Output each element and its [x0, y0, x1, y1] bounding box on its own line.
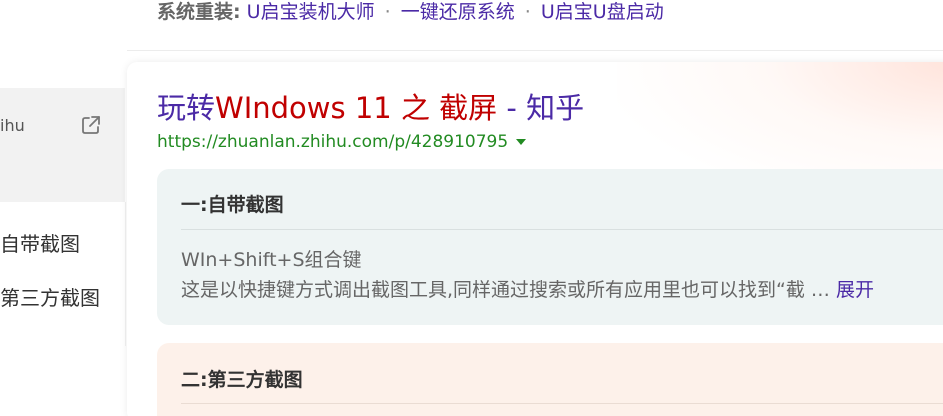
related-link-3[interactable]: U启宝U盘启动: [541, 1, 664, 23]
caret-down-icon[interactable]: [516, 139, 527, 145]
top-divider: [127, 50, 943, 51]
title-text-prefix: 玩转: [157, 91, 216, 125]
source-header[interactable]: ihu: [0, 88, 125, 202]
toc-item-third-party-screenshot[interactable]: 第三方截图: [0, 282, 100, 311]
title-text-highlight: WIndows 11 之 截屏: [215, 91, 498, 125]
title-text-suffix: - 知乎: [497, 91, 585, 125]
related-link-2[interactable]: 一键还原系统: [401, 1, 515, 23]
external-link-icon[interactable]: [80, 114, 102, 136]
toc-item-self-screenshot[interactable]: 自带截图: [0, 228, 80, 257]
related-links-row: 系统重装: U启宝装机大师 · 一键还原系统 · U启宝U盘启动: [157, 0, 664, 24]
left-panel: ihu 自带截图 第三方截图: [0, 88, 126, 346]
related-link-1[interactable]: U启宝装机大师: [247, 1, 375, 23]
section-self-screenshot: 一:自带截图 WIn+Shift+S组合键 这是以快捷键方式调出截图工具,同样通…: [157, 169, 943, 325]
search-results-page: 系统重装: U启宝装机大师 · 一键还原系统 · U启宝U盘启动 ihu 自带截…: [0, 0, 943, 416]
result-url[interactable]: https://zhuanlan.zhihu.com/p/428910795: [157, 132, 527, 152]
related-links-label: 系统重装:: [157, 1, 241, 23]
section-text-line: 这是以快捷键方式调出截图工具,同样通过搜索或所有应用里也可以找到“截 … 展开: [181, 275, 874, 302]
section-third-party-screenshot: 二:第三方截图: [157, 343, 943, 416]
link-separator: ·: [384, 1, 391, 23]
section-heading: 一:自带截图: [181, 194, 284, 216]
expand-link[interactable]: 展开: [836, 279, 874, 301]
result-title-link[interactable]: 玩转WIndows 11 之 截屏 - 知乎: [157, 88, 584, 128]
table-of-contents: 自带截图 第三方截图: [0, 202, 126, 346]
section-heading: 二:第三方截图: [181, 369, 303, 391]
source-name: ihu: [0, 116, 25, 135]
section-divider: [181, 403, 943, 404]
section-text-line: WIn+Shift+S组合键: [181, 249, 362, 271]
result-url-text: https://zhuanlan.zhihu.com/p/428910795: [157, 132, 509, 152]
section-snippet: 这是以快捷键方式调出截图工具,同样通过搜索或所有应用里也可以找到“截 …: [181, 279, 836, 301]
section-divider: [181, 229, 943, 230]
link-separator: ·: [524, 1, 531, 23]
